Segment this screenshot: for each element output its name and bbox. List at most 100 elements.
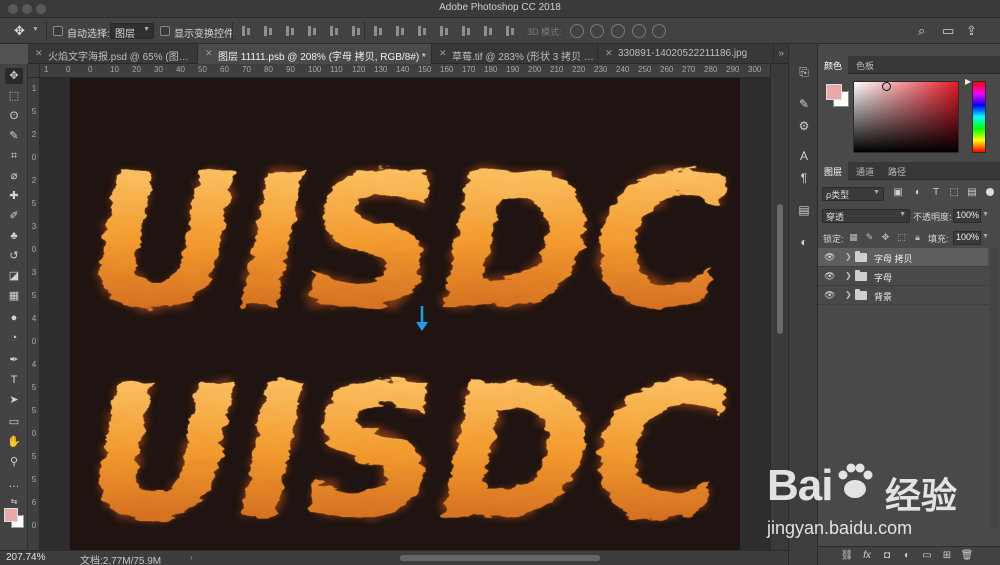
tab-color[interactable]: 颜色 bbox=[824, 59, 842, 72]
type-tool-icon[interactable]: T bbox=[5, 372, 23, 388]
libraries-panel-icon[interactable]: ▤ bbox=[796, 202, 812, 218]
close-tab-icon[interactable]: ✕ bbox=[605, 48, 613, 59]
lock-image-icon[interactable]: ✎ bbox=[864, 232, 875, 243]
paragraph-panel-icon[interactable]: ¶ bbox=[796, 170, 812, 186]
distribute-top-icon[interactable] bbox=[372, 25, 384, 37]
tool-preset-chevron-icon[interactable]: ▼ bbox=[32, 26, 39, 33]
more-tools-icon[interactable]: … bbox=[5, 476, 23, 492]
3d-slide-icon[interactable] bbox=[632, 24, 646, 38]
lock-position-icon[interactable]: ✥ bbox=[880, 232, 891, 243]
healing-brush-tool-icon[interactable]: ✚ bbox=[5, 188, 23, 204]
dodge-tool-icon[interactable]: ◔ bbox=[5, 330, 23, 346]
tab-jpg[interactable]: ✕ 330891-14020522211186.jpg bbox=[598, 44, 774, 64]
align-left-icon[interactable] bbox=[306, 25, 318, 37]
expand-chevron-icon[interactable]: ❯ bbox=[845, 290, 852, 299]
zoom-tool-icon[interactable]: ⚲ bbox=[5, 454, 23, 470]
horizontal-ruler[interactable]: 1 0 0 10 20 30 40 50 60 70 80 90 100 110 120 130 140 150 1… bbox=[40, 64, 770, 78]
blur-tool-icon[interactable]: ● bbox=[5, 310, 23, 326]
distribute-bottom-icon[interactable] bbox=[416, 25, 428, 37]
close-tab-icon[interactable]: ✕ bbox=[35, 48, 43, 59]
move-tool-icon[interactable]: ✥ bbox=[5, 68, 23, 84]
brush-settings-icon[interactable]: ✎ bbox=[796, 96, 812, 112]
close-tab-icon[interactable]: ✕ bbox=[439, 48, 447, 59]
marquee-tool-icon[interactable]: ⬚ bbox=[5, 88, 23, 104]
new-layer-icon[interactable]: ⊞ bbox=[940, 550, 954, 562]
clone-stamp-tool-icon[interactable]: ♣ bbox=[5, 228, 23, 244]
filter-toggle[interactable] bbox=[986, 188, 994, 196]
tab-swatches[interactable]: 色板 bbox=[856, 59, 874, 72]
distribute-vcenter-icon[interactable] bbox=[394, 25, 406, 37]
3d-roll-icon[interactable] bbox=[590, 24, 604, 38]
foreground-color-swatch[interactable] bbox=[4, 508, 18, 522]
add-mask-icon[interactable]: ◘ bbox=[880, 550, 894, 562]
auto-select-dropdown[interactable]: 图层 ▼ bbox=[110, 23, 154, 40]
distribute-right-icon[interactable] bbox=[482, 25, 494, 37]
opacity-input[interactable]: 100% ▼ bbox=[953, 209, 989, 223]
hue-slider[interactable] bbox=[972, 81, 986, 153]
3d-scale-icon[interactable] bbox=[652, 24, 666, 38]
quick-select-tool-icon[interactable]: ✎ bbox=[5, 128, 23, 144]
gradient-tool-icon[interactable]: ▦ bbox=[5, 288, 23, 304]
crop-tool-icon[interactable]: ⌗ bbox=[5, 148, 23, 164]
tab-flame-poster[interactable]: ✕ 火焰文字海报.psd @ 65% (图… bbox=[28, 44, 198, 64]
auto-align-icon[interactable] bbox=[504, 25, 516, 37]
pixel-filter-icon[interactable]: ▣ bbox=[892, 187, 904, 199]
new-adjustment-icon[interactable]: ◐ bbox=[900, 550, 914, 562]
character-panel-icon[interactable]: A bbox=[796, 148, 812, 164]
distribute-left-icon[interactable] bbox=[438, 25, 450, 37]
lock-transparent-icon[interactable]: ▦ bbox=[848, 232, 859, 243]
3d-drag-icon[interactable] bbox=[611, 24, 625, 38]
vertical-scrollbar[interactable] bbox=[770, 64, 788, 550]
history-panel-icon[interactable]: ⎘ bbox=[796, 64, 812, 80]
share-icon[interactable]: ⇪ bbox=[966, 23, 977, 39]
tab-channels[interactable]: 通道 bbox=[856, 165, 874, 178]
link-layers-icon[interactable]: ⛓ bbox=[840, 550, 854, 562]
shape-filter-icon[interactable]: ⬚ bbox=[948, 187, 960, 199]
canvas-workspace[interactable]: UISDC UISDC UISDC UISDC bbox=[40, 78, 770, 550]
saturation-brightness-field[interactable] bbox=[853, 81, 959, 153]
move-tool-icon[interactable]: ✥ bbox=[14, 23, 25, 39]
layer-style-icon[interactable]: fx bbox=[860, 550, 874, 562]
vertical-ruler[interactable]: 1 5 2 0 2 5 3 0 3 5 4 0 4 5 5 0 5 5 6 0 bbox=[28, 78, 40, 550]
layer-row[interactable]: 👁︎ ❯ 字母 bbox=[818, 267, 988, 286]
adjustments-panel-icon[interactable]: ⚙ bbox=[796, 118, 812, 134]
history-brush-tool-icon[interactable]: ↺ bbox=[5, 248, 23, 264]
lock-all-icon[interactable]: 🔒︎ bbox=[912, 232, 923, 243]
fill-input[interactable]: 100% ▼ bbox=[953, 231, 989, 245]
tab-strawberry[interactable]: ✕ 草莓.tif @ 283% (形状 3 拷贝 … bbox=[432, 44, 598, 64]
layer-row[interactable]: 👁︎ ❯ 背景 bbox=[818, 286, 988, 305]
panel-foreground-color[interactable] bbox=[826, 84, 842, 100]
distribute-hcenter-icon[interactable] bbox=[460, 25, 472, 37]
properties-panel-icon[interactable]: ◐ bbox=[796, 234, 812, 250]
visibility-eye-icon[interactable]: 👁︎ bbox=[824, 271, 835, 282]
show-transform-checkbox[interactable] bbox=[160, 26, 170, 36]
expand-chevron-icon[interactable]: ❯ bbox=[845, 252, 852, 261]
visibility-eye-icon[interactable]: 👁︎ bbox=[824, 252, 835, 263]
lasso-tool-icon[interactable]: ʘ bbox=[5, 108, 23, 124]
close-tab-icon[interactable]: ✕ bbox=[205, 48, 213, 59]
expand-chevron-icon[interactable]: ❯ bbox=[845, 271, 852, 280]
layer-row[interactable]: 👁︎ ❯ 字母 拷贝 bbox=[818, 248, 988, 267]
path-select-tool-icon[interactable]: ➤ bbox=[5, 392, 23, 408]
new-group-icon[interactable]: ▭ bbox=[920, 550, 934, 562]
auto-select-checkbox[interactable] bbox=[53, 26, 63, 36]
blend-mode-dropdown[interactable]: 穿透 ▼ bbox=[822, 209, 910, 223]
tab-layers[interactable]: 图层 bbox=[824, 165, 842, 178]
eraser-tool-icon[interactable]: ◪ bbox=[5, 268, 23, 284]
ruler-origin[interactable] bbox=[28, 64, 40, 78]
brush-tool-icon[interactable]: ✐ bbox=[5, 208, 23, 224]
adjustment-filter-icon[interactable]: ◐ bbox=[912, 187, 924, 199]
horizontal-scroll-thumb[interactable] bbox=[400, 555, 600, 561]
rectangle-tool-icon[interactable]: ▭ bbox=[5, 414, 23, 430]
workspace-icon[interactable]: ▭ bbox=[942, 23, 954, 39]
layers-scrollbar[interactable] bbox=[990, 248, 998, 528]
visibility-eye-icon[interactable]: 👁︎ bbox=[824, 290, 835, 301]
tab-paths[interactable]: 路径 bbox=[888, 165, 906, 178]
align-right-icon[interactable] bbox=[350, 25, 362, 37]
document-canvas[interactable]: UISDC UISDC UISDC UISDC bbox=[70, 78, 740, 550]
type-filter-icon[interactable]: T bbox=[930, 187, 942, 199]
pen-tool-icon[interactable]: ✒ bbox=[5, 352, 23, 368]
tab-layer-psb[interactable]: ✕ 图层 11111.psb @ 208% (字母 拷贝, RGB/8#) * bbox=[198, 44, 432, 64]
eyedropper-tool-icon[interactable]: ⌀ bbox=[5, 168, 23, 184]
align-hcenter-icon[interactable] bbox=[328, 25, 340, 37]
